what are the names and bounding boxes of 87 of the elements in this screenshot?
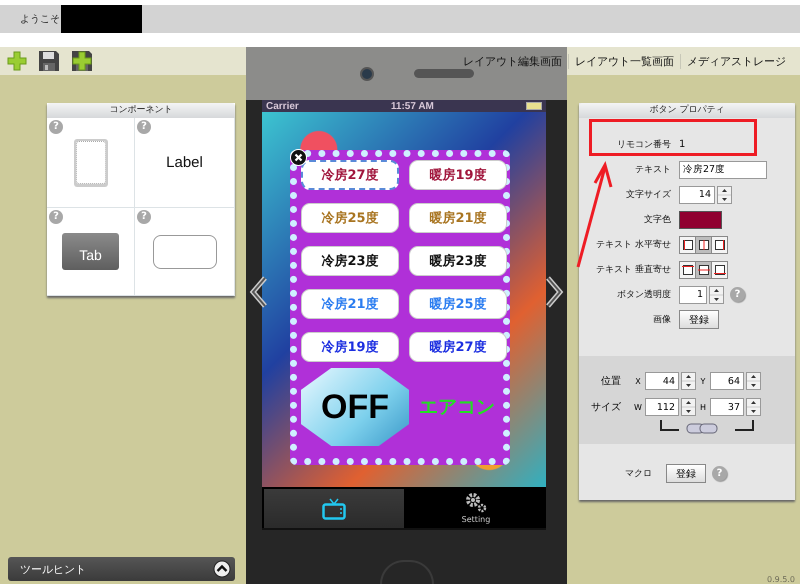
remote-button[interactable]: 暖房19度: [409, 160, 507, 190]
version-text: 0.9.5.0: [766, 575, 795, 584]
align-vertical-icon: [698, 264, 710, 276]
gears-icon: [464, 492, 488, 514]
status-time: 11:57 AM: [390, 100, 434, 112]
field-label: テキスト 垂直寄せ: [596, 264, 671, 276]
component-tile[interactable]: ? Tab: [47, 208, 135, 296]
align-vertical-icon: [682, 264, 694, 276]
tab-sample: Tab: [62, 233, 119, 270]
tab-item[interactable]: [264, 489, 404, 528]
align-button[interactable]: [712, 236, 727, 252]
nav-link[interactable]: メディアストレージ: [680, 54, 792, 68]
align-button[interactable]: [680, 236, 696, 252]
floppy-plus-icon[interactable]: [71, 50, 93, 72]
speaker-grille: [414, 69, 474, 78]
number-field[interactable]: 112: [645, 398, 679, 416]
number-field[interactable]: 44: [645, 372, 679, 390]
nav-link[interactable]: レイアウト編集画面: [457, 54, 568, 68]
welcome-text: ようこそ: [20, 13, 60, 26]
align-button[interactable]: [680, 262, 696, 278]
remote-button[interactable]: 暖房21度: [409, 203, 507, 233]
stepper-icon[interactable]: [709, 286, 724, 304]
field-label: 位置: [600, 374, 622, 388]
number-field[interactable]: 64: [710, 372, 744, 390]
stepper-icon[interactable]: [746, 372, 761, 390]
align-button[interactable]: [696, 262, 712, 278]
remote-button[interactable]: 暖房23度: [409, 246, 507, 276]
field-label: テキスト 水平寄せ: [596, 238, 671, 251]
aspect-link-icon[interactable]: [660, 420, 754, 434]
panel-title: ボタン プロパティ: [579, 103, 795, 118]
axis-label: H: [698, 402, 707, 412]
stepper-icon[interactable]: [746, 398, 761, 416]
tv-icon: [322, 498, 346, 520]
stepper-icon[interactable]: [681, 372, 696, 390]
remote-button[interactable]: 暖房27度: [409, 332, 507, 362]
axis-label: X: [634, 376, 642, 386]
panel-title: コンポーネント: [47, 103, 235, 118]
remote-button[interactable]: 冷房21度: [301, 289, 399, 319]
remote-button[interactable]: 冷房19度: [301, 332, 399, 362]
remote-button[interactable]: 冷房23度: [301, 246, 399, 276]
align-button[interactable]: [696, 236, 712, 252]
field-label: テキスト: [635, 164, 671, 176]
stepper-icon[interactable]: [681, 398, 696, 416]
battery-icon: [526, 102, 542, 110]
off-button[interactable]: OFF: [301, 368, 409, 446]
number-field[interactable]: 1: [679, 286, 707, 304]
chevron-right-icon[interactable]: [544, 275, 564, 309]
register-button[interactable]: 登録: [679, 310, 719, 329]
field-label: サイズ: [590, 401, 622, 414]
field-label: 画像: [653, 314, 671, 326]
plus-icon[interactable]: [7, 51, 27, 71]
field-label: ボタン透明度: [617, 288, 671, 301]
chevron-up-icon[interactable]: [213, 560, 231, 578]
field-label: マクロ: [625, 468, 652, 480]
axis-label: W: [633, 402, 643, 412]
number-field[interactable]: 14: [679, 186, 715, 204]
image-view-icon: [74, 138, 108, 186]
text-input[interactable]: 冷房27度: [679, 160, 767, 178]
number-field[interactable]: 37: [710, 398, 744, 416]
tab-item[interactable]: Setting: [406, 487, 546, 528]
align-button[interactable]: [712, 262, 727, 278]
align-vertical-icon: [714, 264, 726, 276]
field-label: 文字色: [644, 214, 671, 226]
field-label: 文字サイズ: [626, 188, 671, 201]
remote-button[interactable]: 冷房27度: [301, 160, 399, 190]
field-label: リモコン番号: [617, 138, 671, 151]
register-button[interactable]: 登録: [666, 464, 706, 483]
aircon-label: エアコン: [419, 395, 495, 420]
align-horizontal-icon: [714, 238, 726, 250]
nav-link[interactable]: レイアウト一覧画面: [568, 54, 680, 68]
axis-label: Y: [700, 376, 706, 386]
remote-number-value: 1: [679, 139, 686, 150]
chevron-left-icon[interactable]: [249, 275, 269, 309]
label-sample: Label: [166, 154, 203, 171]
remote-button[interactable]: 暖房25度: [409, 289, 507, 319]
close-icon[interactable]: [290, 149, 307, 166]
tab-label: Setting: [462, 514, 490, 524]
component-tile[interactable]: ? Label: [135, 118, 235, 208]
text-field-sample: [152, 234, 216, 268]
align-horizontal-icon: [682, 238, 694, 250]
stepper-icon[interactable]: [717, 186, 732, 204]
align-horizontal-icon: [698, 238, 710, 250]
camera-icon: [360, 66, 374, 80]
carrier-text: Carrier: [266, 100, 299, 112]
remote-button[interactable]: 冷房25度: [301, 203, 399, 233]
color-swatch[interactable]: [679, 210, 722, 228]
tooltip-title: ツールヒント: [20, 562, 86, 576]
